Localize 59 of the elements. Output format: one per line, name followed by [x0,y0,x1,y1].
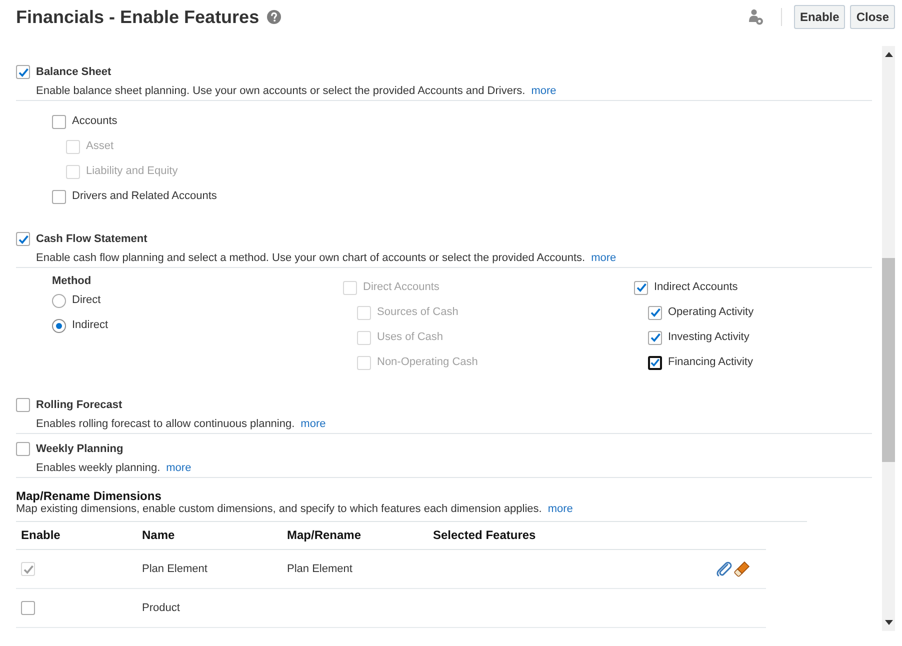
column-header: Map/Rename [287,528,362,542]
help-icon[interactable] [267,10,282,24]
checkbox[interactable] [52,114,66,128]
checkbox[interactable] [16,442,30,456]
checkbox[interactable] [21,601,35,615]
feature-description: Enables rolling forecast to allow continuous planning. [36,416,295,432]
section-title: Map/Rename Dimensions [16,489,162,503]
radio-label: Indirect [72,318,108,334]
checkbox[interactable] [648,356,662,370]
checkbox[interactable] [16,65,30,79]
header-button[interactable]: Close [850,5,895,29]
radio-button[interactable] [52,318,66,332]
checkbox-label: Investing Activity [668,330,750,346]
page-title: Financials - Enable Features [16,6,260,28]
checkbox-label: Non-Operating Cash [377,355,478,370]
scrollbar-thumb[interactable] [882,258,895,462]
scrollbar[interactable] [882,46,895,631]
checkbox-label: Accounts [72,114,118,130]
column-header: Enable [21,528,60,542]
method-label: Method [52,274,92,288]
checkbox[interactable] [16,232,30,246]
more-link[interactable]: more [166,460,192,476]
checkbox[interactable] [648,306,662,320]
checkbox-label: Drivers and Related Accounts [72,189,217,204]
checkbox-label: Sources of Cash [377,305,458,320]
checkbox[interactable] [634,280,648,294]
checkbox[interactable] [52,190,66,204]
more-link[interactable]: more [548,503,573,516]
feature-title: Rolling Forecast [36,398,122,413]
checkbox-label: Operating Activity [668,305,754,320]
feature-description: Enable balance sheet planning. Use your own accounts or select the provided Accounts and Drivers. [36,84,526,99]
feature-title: Balance Sheet [36,64,112,80]
scroll-up-icon[interactable] [884,52,892,57]
feature-description: Enable cash flow planning and select a method. Use your own chart of accounts or select the provided Accounts. [36,250,586,266]
table-cell: Plan Element [287,562,352,575]
feature-description: Enables weekly planning. [36,460,160,476]
more-link[interactable]: more [300,416,326,432]
checkbox-label: Uses of Cash [377,330,444,346]
person-icon[interactable] [748,9,763,25]
table-cell: Product [142,602,180,614]
section-description: Map existing dimensions, enable custom dimensions, and specify to which features each dimension applies. [16,503,542,516]
column-header: Selected Features [433,528,536,542]
checkbox-label: Indirect Accounts [654,280,738,296]
radio-button[interactable] [52,294,66,308]
more-link[interactable]: more [591,250,616,266]
header-button[interactable]: Enable [794,5,846,29]
scroll-down-icon[interactable] [884,620,892,625]
checkbox-label: Direct Accounts [363,280,440,296]
checkbox[interactable] [16,398,30,412]
checkbox-label: Asset [86,139,114,154]
column-header: Name [142,528,175,542]
feature-title: Cash Flow Statement [36,232,148,247]
radio-label: Direct [72,293,101,308]
more-link[interactable]: more [531,82,556,100]
checkbox-label: Financing Activity [668,355,753,370]
checkbox-label: Liability and Equity [86,164,178,180]
checkbox[interactable] [648,330,662,344]
table-cell: Plan Element [142,562,208,575]
feature-title: Weekly Planning [36,442,124,457]
